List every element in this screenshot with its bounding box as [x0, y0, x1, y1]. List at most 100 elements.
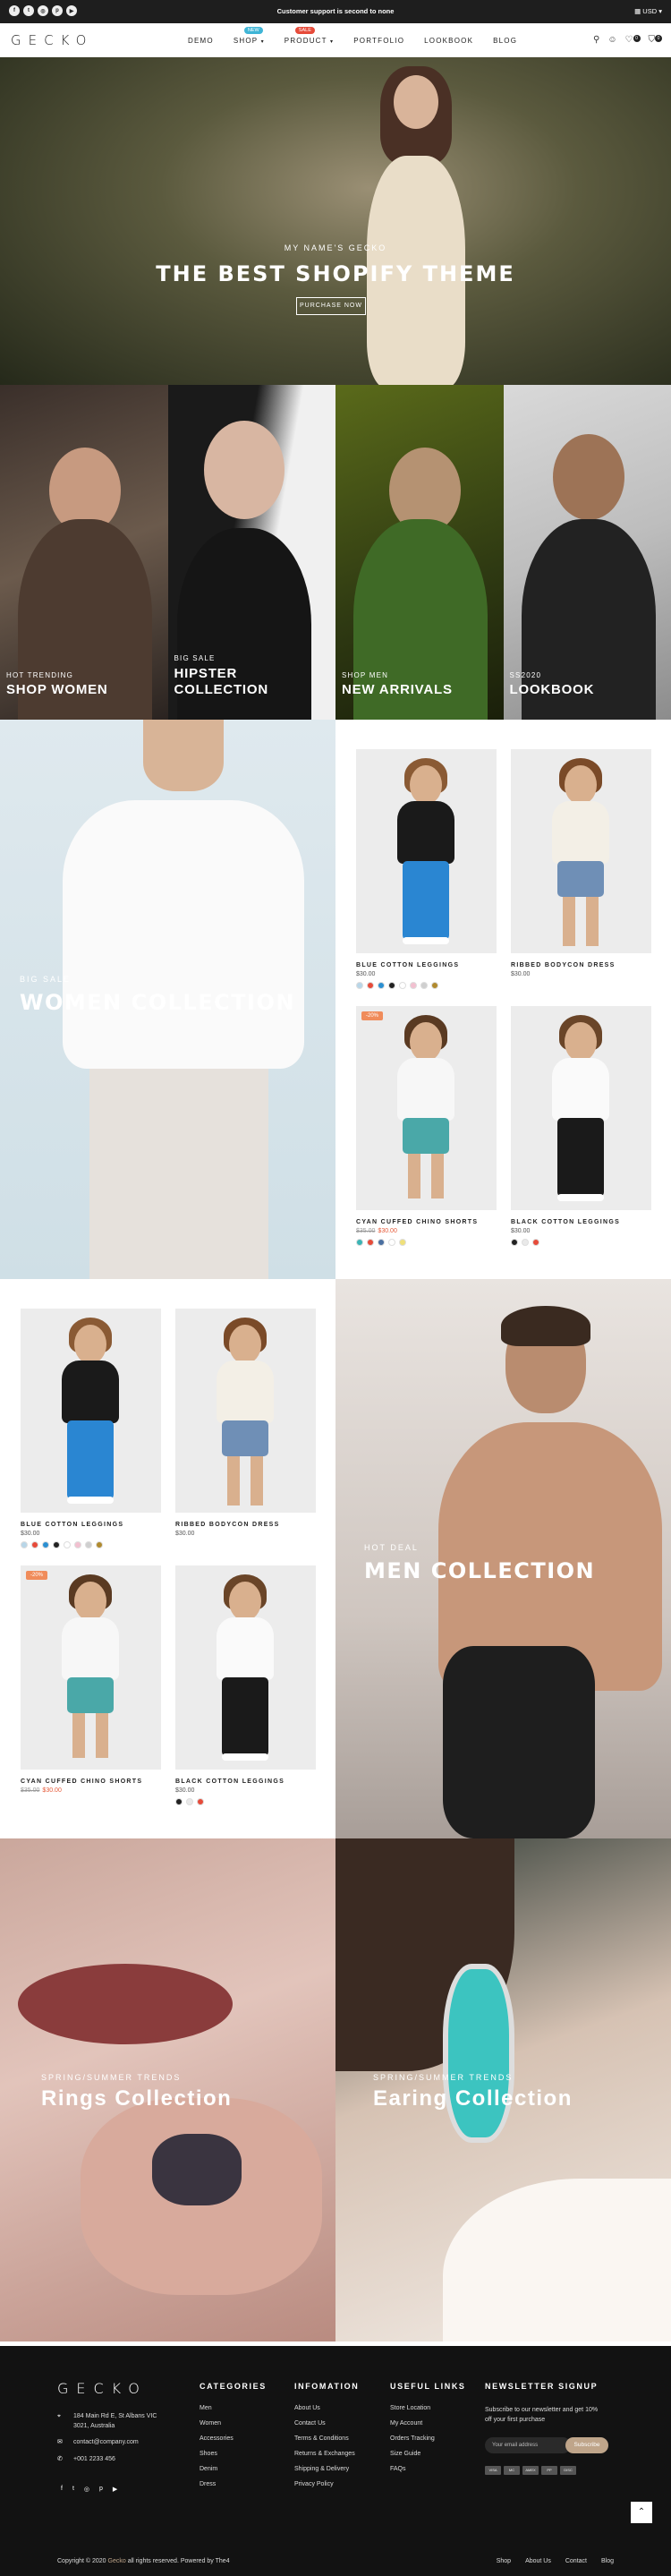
category-shop-women[interactable]: HOT TRENDING SHOP WOMEN — [0, 385, 168, 720]
nav-shop[interactable]: SHOP ▾ NEW — [234, 27, 265, 45]
footer-link[interactable]: Terms & Conditions — [294, 2435, 359, 2442]
footer-link[interactable]: Shoes — [200, 2451, 267, 2457]
swatch[interactable] — [431, 982, 438, 989]
product-card[interactable]: BLACK COTTON LEGGINGS $30.00 — [511, 1006, 651, 1246]
logo[interactable]: GECKO — [11, 32, 93, 48]
youtube-icon[interactable]: ▶ — [113, 2486, 117, 2493]
swatch[interactable] — [53, 1541, 60, 1548]
swatch[interactable] — [367, 1239, 374, 1246]
product-card[interactable]: BLUE COTTON LEGGINGS $30.00 — [356, 749, 497, 989]
swatch[interactable] — [186, 1798, 193, 1805]
product-name[interactable]: BLACK COTTON LEGGINGS — [175, 1778, 316, 1785]
pinterest-icon[interactable]: p — [99, 2486, 103, 2493]
category-hipster[interactable]: BIG SALE HIPSTER COLLECTION — [167, 385, 336, 720]
swatch[interactable] — [378, 982, 385, 989]
women-collection-banner[interactable]: BIG SALE WOMEN COLLECTION — [0, 720, 336, 1279]
footer-link[interactable]: Orders Tracking — [390, 2435, 466, 2442]
swatch[interactable] — [388, 1239, 395, 1246]
footer-bottom-link[interactable]: Blog — [601, 2558, 614, 2564]
instagram-icon[interactable]: ◎ — [84, 2486, 89, 2493]
swatch[interactable] — [64, 1541, 71, 1548]
product-card[interactable]: -20% CYAN CUFFED CHINO SHORTS $35.00 $30.… — [356, 1006, 497, 1246]
nav-blog[interactable]: BLOG — [493, 37, 517, 45]
product-card[interactable]: BLACK COTTON LEGGINGS $30.00 — [175, 1565, 316, 1805]
user-icon[interactable]: ☺ — [607, 35, 616, 45]
swatch[interactable] — [420, 982, 428, 989]
swatch[interactable] — [42, 1541, 49, 1548]
product-card[interactable]: BLUE COTTON LEGGINGS $30.00 — [21, 1309, 161, 1548]
product-name[interactable]: RIBBED BODYCON DRESS — [511, 962, 651, 968]
back-to-top-button[interactable]: ⌃ — [631, 2502, 652, 2523]
product-name[interactable]: RIBBED BODYCON DRESS — [175, 1522, 316, 1528]
swatch[interactable] — [31, 1541, 38, 1548]
category-new-arrivals[interactable]: SHOP MEN NEW ARRIVALS — [336, 385, 504, 720]
footer-link[interactable]: Contact Us — [294, 2420, 359, 2427]
footer-bottom-link[interactable]: Contact — [565, 2558, 587, 2564]
swatch[interactable] — [175, 1798, 183, 1805]
swatch[interactable] — [96, 1541, 103, 1548]
wishlist-icon[interactable]: ♡ 0 — [625, 35, 641, 45]
footer-link[interactable]: Women — [200, 2420, 267, 2427]
men-collection-banner[interactable]: HOT DEAL MEN COLLECTION — [336, 1279, 671, 1838]
rings-collection-banner[interactable]: SPRING/SUMMER TRENDS Rings Collection — [0, 1838, 336, 2341]
footer-bottom-link[interactable]: About Us — [525, 2558, 551, 2564]
footer-link[interactable]: FAQs — [390, 2466, 466, 2472]
cart-icon[interactable]: ⛉ 0 — [649, 35, 662, 45]
product-image[interactable]: -20% — [356, 1006, 497, 1210]
product-image[interactable] — [511, 1006, 651, 1210]
nav-product[interactable]: PRODUCT ▾ SALE — [285, 27, 334, 45]
earing-collection-banner[interactable]: SPRING/SUMMER TRENDS Earing Collection — [336, 1838, 671, 2341]
footer-link[interactable]: My Account — [390, 2420, 466, 2427]
swatch[interactable] — [399, 982, 406, 989]
footer-link[interactable]: Dress — [200, 2481, 267, 2487]
footer-link[interactable]: Shipping & Delivery — [294, 2466, 359, 2472]
swatch[interactable] — [21, 1541, 28, 1548]
product-image[interactable] — [356, 749, 497, 953]
footer-link[interactable]: Privacy Policy — [294, 2481, 359, 2487]
footer-link[interactable]: Returns & Exchanges — [294, 2451, 359, 2457]
subscribe-button[interactable]: Subscribe — [565, 2437, 608, 2454]
swatch[interactable] — [532, 1239, 539, 1246]
nav-lookbook[interactable]: LOOKBOOK — [424, 37, 473, 45]
facebook-icon[interactable]: f — [61, 2486, 63, 2493]
product-image[interactable] — [21, 1309, 161, 1513]
nav-portfolio[interactable]: PORTFOLIO — [353, 37, 404, 45]
swatch[interactable] — [356, 982, 363, 989]
nav-demo[interactable]: DEMO — [188, 37, 214, 45]
currency-selector[interactable]: ▦ USD ▾ — [634, 7, 662, 15]
footer-link[interactable]: Size Guide — [390, 2451, 466, 2457]
footer-link[interactable]: About Us — [294, 2405, 359, 2411]
swatch[interactable] — [511, 1239, 518, 1246]
product-image[interactable] — [175, 1565, 316, 1770]
product-card[interactable]: -20% CYAN CUFFED CHINO SHORTS $35.00 $30.… — [21, 1565, 161, 1794]
product-name[interactable]: BLUE COTTON LEGGINGS — [356, 962, 497, 968]
footer-logo[interactable]: GECKO — [57, 2380, 148, 2397]
swatch[interactable] — [197, 1798, 204, 1805]
product-image[interactable]: -20% — [21, 1565, 161, 1770]
footer-link[interactable]: Denim — [200, 2466, 267, 2472]
swatch[interactable] — [85, 1541, 92, 1548]
product-card[interactable]: RIBBED BODYCON DRESS $30.00 — [175, 1309, 316, 1537]
swatch[interactable] — [74, 1541, 81, 1548]
swatch[interactable] — [388, 982, 395, 989]
footer-link[interactable]: Men — [200, 2405, 267, 2411]
twitter-icon[interactable]: t — [72, 2486, 74, 2493]
swatch[interactable] — [378, 1239, 385, 1246]
newsletter-email-input[interactable]: Your email address Subscribe — [485, 2437, 608, 2454]
product-card[interactable]: RIBBED BODYCON DRESS $30.00 — [511, 749, 651, 977]
product-image[interactable] — [175, 1309, 316, 1513]
product-name[interactable]: BLACK COTTON LEGGINGS — [511, 1219, 651, 1225]
search-icon[interactable]: ⚲ — [593, 35, 599, 45]
product-image[interactable] — [511, 749, 651, 953]
swatch[interactable] — [522, 1239, 529, 1246]
category-lookbook[interactable]: SS2020 LOOKBOOK — [503, 385, 671, 720]
footer-bottom-link[interactable]: Shop — [497, 2558, 511, 2564]
swatch[interactable] — [410, 982, 417, 989]
footer-link[interactable]: Store Location — [390, 2405, 466, 2411]
swatch[interactable] — [356, 1239, 363, 1246]
product-name[interactable]: CYAN CUFFED CHINO SHORTS — [21, 1778, 161, 1785]
product-name[interactable]: CYAN CUFFED CHINO SHORTS — [356, 1219, 497, 1225]
swatch[interactable] — [367, 982, 374, 989]
product-name[interactable]: BLUE COTTON LEGGINGS — [21, 1522, 161, 1528]
purchase-now-button[interactable]: PURCHASE NOW — [296, 297, 366, 315]
